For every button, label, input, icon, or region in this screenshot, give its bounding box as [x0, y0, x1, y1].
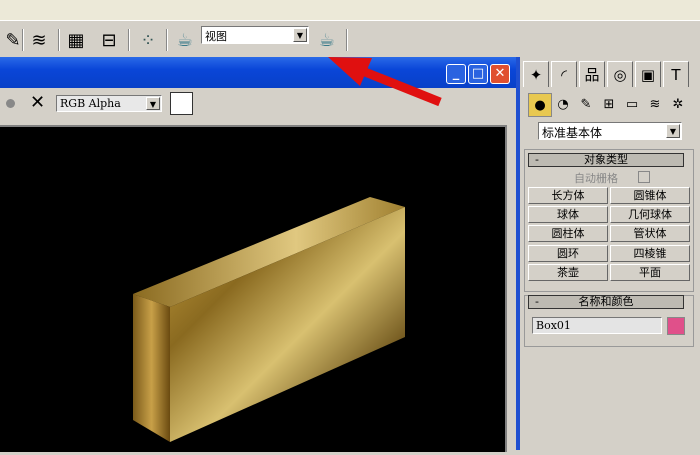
tube-button[interactable]: 管状体: [610, 225, 690, 242]
pyramid-button[interactable]: 四棱锥: [610, 245, 690, 262]
lights-icon[interactable]: ✎: [575, 93, 597, 115]
clear-icon[interactable]: ✕: [30, 92, 45, 113]
chevron-down-icon[interactable]: ▼: [146, 97, 160, 110]
object-name-input[interactable]: Box01: [532, 317, 662, 334]
autogrid-label: 自动栅格: [574, 172, 618, 185]
separator: [346, 29, 348, 51]
geometry-icon[interactable]: ●: [528, 93, 552, 117]
teapot-button[interactable]: 茶壶: [528, 264, 608, 281]
utilities-tab-icon[interactable]: T: [663, 61, 689, 87]
quick-render-icon[interactable]: ☕: [314, 27, 340, 53]
helpers-icon[interactable]: ▭: [621, 93, 643, 115]
plane-button[interactable]: 平面: [610, 264, 690, 281]
object-type-title: 对象类型: [584, 153, 628, 166]
category-dropdown-value: 标准基本体: [542, 126, 603, 140]
close-button[interactable]: ✕: [490, 64, 510, 84]
color-swatch[interactable]: [170, 92, 193, 115]
separator: [166, 29, 168, 51]
cone-button[interactable]: 圆锥体: [610, 187, 690, 204]
track-view-icon[interactable]: ▦: [63, 27, 89, 53]
command-panel: ✦ ◜ 品 ◎ ▣ T ● ◔ ✎ ⊞ ▭ ≋ ✲ 标准基本体 ▼ - 对象类型 自…: [516, 57, 700, 450]
modify-tab-icon[interactable]: ◜: [551, 61, 577, 87]
render-scene-icon[interactable]: ☕: [172, 27, 198, 53]
rendered-box-image: [133, 197, 405, 442]
space-warps-icon[interactable]: ≋: [644, 93, 666, 115]
shapes-icon[interactable]: ◔: [552, 93, 574, 115]
render-window-toolbar: ✕ RGB Alpha ▼: [0, 88, 516, 120]
category-dropdown[interactable]: 标准基本体 ▼: [538, 122, 682, 140]
box-button[interactable]: 长方体: [528, 187, 608, 204]
separator: [58, 29, 60, 51]
minimize-button[interactable]: _: [446, 64, 466, 84]
main-toolbar: ✎ ≋ ▦ ⊟ ⁘ ☕ 视图 ▼ ☕: [0, 20, 700, 58]
menu-strip: [0, 0, 700, 20]
separator: [128, 29, 130, 51]
channel-dot-icon[interactable]: [6, 99, 15, 108]
chevron-down-icon[interactable]: ▼: [666, 124, 680, 138]
channel-dropdown[interactable]: RGB Alpha ▼: [56, 95, 162, 112]
name-color-header[interactable]: - 名称和颜色: [528, 295, 684, 309]
material-editor-icon[interactable]: ⁘: [135, 27, 161, 53]
render-window-titlebar[interactable]: _ □ ✕: [0, 57, 516, 88]
layer-manager-icon[interactable]: ≋: [26, 27, 52, 53]
name-color-title: 名称和颜色: [578, 295, 634, 308]
sphere-button[interactable]: 球体: [528, 206, 608, 223]
render-viewport: [0, 125, 507, 452]
systems-icon[interactable]: ✲: [667, 93, 689, 115]
view-dropdown-value: 视图: [205, 30, 227, 43]
hierarchy-tab-icon[interactable]: 品: [579, 61, 605, 87]
cylinder-button[interactable]: 圆柱体: [528, 225, 608, 242]
geosphere-button[interactable]: 几何球体: [610, 206, 690, 223]
create-tab-icon[interactable]: ✦: [523, 61, 549, 87]
channel-dropdown-value: RGB Alpha: [60, 97, 121, 110]
motion-tab-icon[interactable]: ◎: [607, 61, 633, 87]
schematic-view-icon[interactable]: ⊟: [96, 27, 122, 53]
object-color-swatch[interactable]: [667, 317, 685, 335]
object-type-header[interactable]: - 对象类型: [528, 153, 684, 167]
separator: [22, 29, 24, 51]
torus-button[interactable]: 圆环: [528, 245, 608, 262]
box-side-face: [133, 294, 170, 442]
view-dropdown[interactable]: 视图 ▼: [201, 26, 309, 44]
display-tab-icon[interactable]: ▣: [635, 61, 661, 87]
maximize-button[interactable]: □: [468, 64, 488, 84]
chevron-down-icon[interactable]: ▼: [293, 28, 307, 42]
autogrid-checkbox[interactable]: [638, 171, 650, 183]
cameras-icon[interactable]: ⊞: [598, 93, 620, 115]
